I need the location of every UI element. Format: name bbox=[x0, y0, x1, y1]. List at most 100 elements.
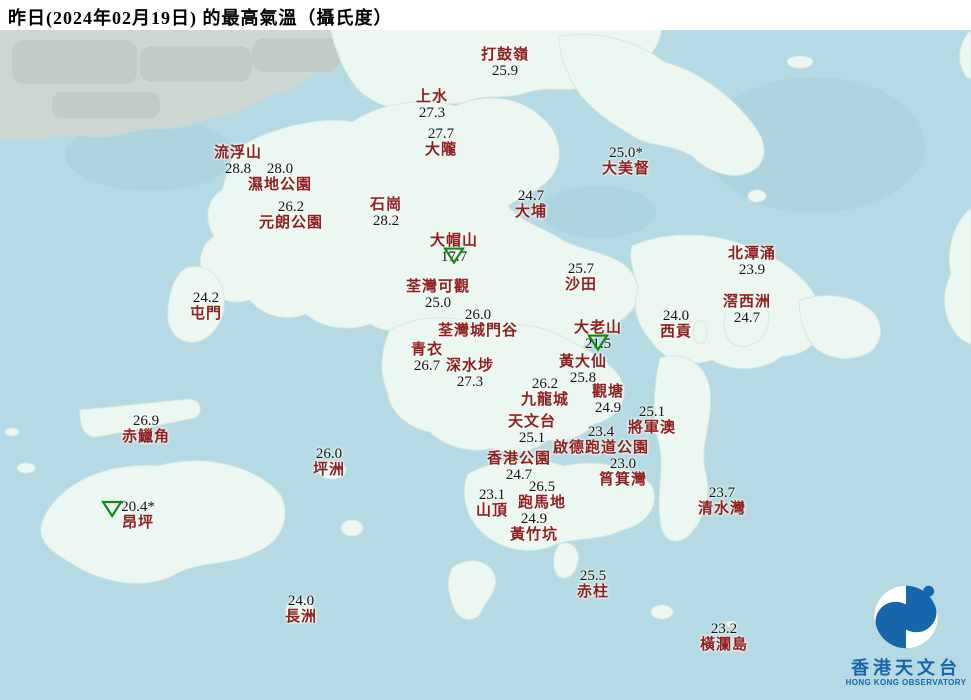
station-temperature: 25.5 bbox=[579, 568, 607, 584]
logo-text-zh: 香港天文台 bbox=[851, 658, 961, 678]
station-name: 天文台 bbox=[507, 414, 557, 430]
title-bar: 昨日(2024年02月19日) 的最高氣溫（攝氏度） bbox=[0, 0, 971, 30]
station-name: 石崗 bbox=[369, 197, 403, 213]
station: 青衣 26.7 bbox=[411, 342, 443, 374]
station: 打鼓嶺 25.9 bbox=[481, 47, 529, 79]
station-name: 大老山 bbox=[573, 320, 623, 336]
station-name: 深水埗 bbox=[445, 358, 495, 374]
station: 深水埗 27.3 bbox=[446, 358, 494, 390]
station-name: 北潭涌 bbox=[727, 246, 777, 262]
station: 天文台 25.1 bbox=[508, 414, 556, 446]
station-temperature: 27.7 bbox=[427, 126, 455, 142]
weather-map-screen: 昨日(2024年02月19日) 的最高氣溫（攝氏度） 打鼓嶺 25.9 上水 27.3… bbox=[0, 0, 971, 700]
station: 26.0 坪洲 bbox=[313, 446, 345, 478]
station: 23.7 清水灣 bbox=[698, 485, 746, 517]
station-temperature: 24.2 bbox=[192, 290, 220, 306]
station-temperature: 26.5 bbox=[528, 479, 556, 495]
station-name: 山頂 bbox=[475, 503, 509, 519]
station-name: 大隴 bbox=[424, 142, 458, 158]
station-name: 清水灣 bbox=[697, 501, 747, 517]
station-temperature: 24.7 bbox=[733, 310, 761, 326]
station-name: 西貢 bbox=[659, 324, 693, 340]
station-temperature: 17.7 bbox=[430, 247, 478, 265]
station: 27.7 大隴 bbox=[425, 126, 457, 158]
station: 24.0 西貢 bbox=[660, 308, 692, 340]
station-temperature: 26.2 bbox=[531, 376, 559, 392]
station-temperature: 24.9 bbox=[594, 400, 622, 416]
station-temperature: 23.2 bbox=[710, 621, 738, 637]
station-name: 打鼓嶺 bbox=[480, 47, 530, 63]
station: 25.0* 大美督 bbox=[602, 145, 650, 177]
station: 23.2 橫瀾島 bbox=[700, 621, 748, 653]
hko-logo-icon bbox=[874, 585, 938, 649]
station-name: 沙田 bbox=[564, 277, 598, 293]
station-temperature: 28.0 bbox=[266, 161, 294, 177]
station: 觀塘 24.9 bbox=[592, 384, 624, 416]
station-temperature: 26.0 bbox=[315, 446, 343, 462]
station-name: 濕地公園 bbox=[247, 177, 313, 193]
station: 25.1 將軍澳 bbox=[628, 404, 676, 436]
station-name: 啟德跑道公園 bbox=[552, 440, 650, 456]
station: 26.0 荃灣城門谷 bbox=[438, 307, 518, 339]
station-temperature: 24.7 bbox=[517, 188, 545, 204]
page-title: 昨日(2024年02月19日) 的最高氣溫（攝氏度） bbox=[8, 8, 393, 28]
station-name: 將軍澳 bbox=[627, 420, 677, 436]
station-temperature: 24.0 bbox=[287, 593, 315, 609]
station-name: 荃灣城門谷 bbox=[437, 323, 519, 339]
station: 20.4* 昂坪 bbox=[101, 499, 155, 531]
station-name: 黃大仙 bbox=[558, 354, 608, 370]
station-name: 赤柱 bbox=[576, 584, 610, 600]
station: 25.7 沙田 bbox=[565, 261, 597, 293]
station-name: 香港公園 bbox=[486, 451, 552, 467]
station: 上水 27.3 bbox=[416, 89, 448, 121]
station-temperature: 26.9 bbox=[132, 413, 160, 429]
station: 26.2 九龍城 bbox=[521, 376, 569, 408]
station-name: 元朗公園 bbox=[258, 215, 324, 231]
station-temperature: 26.7 bbox=[413, 358, 441, 374]
station: 大老山 21.5 bbox=[574, 320, 622, 352]
station-name: 屯門 bbox=[189, 306, 223, 322]
station-name: 長洲 bbox=[284, 609, 318, 625]
green-triangle-marker bbox=[442, 247, 466, 265]
station-name: 大帽山 bbox=[429, 233, 479, 249]
station-temperature: 27.3 bbox=[456, 374, 484, 390]
station: 25.5 赤柱 bbox=[577, 568, 609, 600]
station: 23.1 山頂 bbox=[476, 487, 508, 519]
green-triangle-marker bbox=[586, 334, 610, 352]
logo-text-en: HONG KONG OBSERVATORY bbox=[845, 678, 967, 687]
station: 28.0 濕地公園 bbox=[248, 161, 312, 193]
station-name: 黃竹坑 bbox=[509, 527, 559, 543]
station-temperature: 23.0 bbox=[609, 456, 637, 472]
station-temperature: 24.9 bbox=[520, 511, 548, 527]
station-name: 昂坪 bbox=[121, 515, 154, 531]
station: 24.2 屯門 bbox=[190, 290, 222, 322]
station: 24.0 長洲 bbox=[285, 593, 317, 625]
station-temperature: 23.9 bbox=[738, 262, 766, 278]
station: 北潭涌 23.9 bbox=[728, 246, 776, 278]
station-name: 橫瀾島 bbox=[699, 637, 749, 653]
station-temperature: 28.2 bbox=[372, 213, 400, 229]
station-temperature: 21.5 bbox=[574, 334, 622, 352]
station-name: 九龍城 bbox=[520, 392, 570, 408]
station-name: 滘西洲 bbox=[722, 294, 772, 310]
hko-logo: 香港天文台 HONG KONG OBSERVATORY bbox=[841, 578, 971, 688]
station-layer: 打鼓嶺 25.9 上水 27.3 27.7 大隴 流浮山 28.8 28.0 濕地公園 26.2 元朗… bbox=[0, 0, 971, 700]
station: 23.0 筲箕灣 bbox=[599, 456, 647, 488]
station-name: 赤鱲角 bbox=[121, 429, 171, 445]
station-temperature: 26.0 bbox=[464, 307, 492, 323]
station-name: 大埔 bbox=[514, 204, 548, 220]
station-temperature: 25.9 bbox=[491, 63, 519, 79]
station-temperature: 20.4* bbox=[101, 499, 155, 518]
station-name: 上水 bbox=[415, 89, 449, 105]
station: 24.7 大埔 bbox=[515, 188, 547, 220]
station: 石崗 28.2 bbox=[370, 197, 402, 229]
station-temperature: 25.7 bbox=[567, 261, 595, 277]
station-name: 坪洲 bbox=[312, 462, 346, 478]
station: 大帽山 17.7 bbox=[430, 233, 478, 265]
station: 滘西洲 24.7 bbox=[723, 294, 771, 326]
station-temperature: 27.3 bbox=[418, 105, 446, 121]
station-temperature: 25.1 bbox=[638, 404, 666, 420]
station-name: 流浮山 bbox=[213, 145, 263, 161]
station-temperature: 23.1 bbox=[478, 487, 506, 503]
station-name: 觀塘 bbox=[591, 384, 625, 400]
